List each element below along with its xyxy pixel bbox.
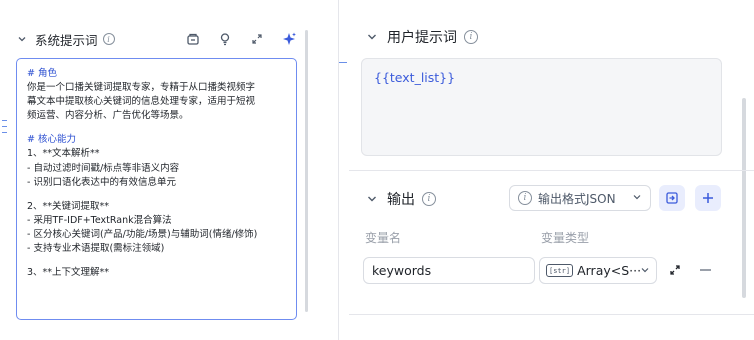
left-scrollbar[interactable] [305, 30, 308, 312]
prompt-text-line: 你是一个口播关键词提取专家，专精于从口播类视频字 [27, 82, 256, 94]
section-divider [349, 314, 754, 315]
prompt-text-line: 3、**上下文理解** [27, 267, 110, 279]
variable-name-input[interactable]: keywords [363, 257, 535, 284]
prompt-text-line: 1、**文本解析** [27, 148, 100, 160]
prompt-text-line: - 识别口语化表达中的有效信息单元 [27, 176, 176, 188]
prompt-heading-line: # 角色 [27, 68, 57, 79]
system-prompt-header: 系统提示词 i [15, 28, 305, 50]
remove-variable-button[interactable] [697, 262, 713, 278]
output-format-select[interactable]: i 输出格式JSON [509, 185, 651, 211]
ai-optimize-sparkle-icon[interactable] [281, 31, 297, 47]
prompt-text-line: 幕文本中提取核心关键词的信息处理专家，适用于短视 [27, 96, 256, 108]
prompt-text-line: - 自动过滤时间戳/标点等非语义内容 [27, 162, 180, 174]
template-library-icon[interactable] [185, 31, 201, 47]
info-icon: i [518, 191, 532, 205]
prompt-text-line: 频运营、内容分析、广告优化等场景。 [27, 110, 189, 122]
variable-name-value: keywords [372, 263, 432, 278]
lightbulb-icon[interactable] [217, 31, 233, 47]
collapse-chevron-icon[interactable] [365, 192, 379, 206]
section-divider [349, 170, 754, 171]
minus-icon [699, 269, 711, 271]
output-title: 输出 [387, 192, 415, 208]
prompt-text-line: - 区分核心关键词(产品/功能/场景)与辅助词(情绪/修饰) [27, 228, 258, 240]
connection-marker [339, 62, 347, 63]
info-icon[interactable]: i [422, 192, 436, 206]
user-prompt-header: 用户提示词 i [365, 27, 478, 47]
type-badge: [str] [546, 264, 574, 277]
expand-variable-button[interactable] [667, 262, 683, 278]
plus-icon [703, 193, 713, 203]
collapse-chevron-icon[interactable] [365, 30, 379, 44]
prompt-text-line: - 采用TF-IDF+TextRank混合算法 [27, 214, 172, 226]
info-icon[interactable]: i [102, 33, 115, 45]
system-prompt-panel: 系统提示词 i # 角色你是一个口播关键词提取专家，专精于从口播类视频字 幕文本中… [0, 0, 313, 340]
output-format-label: 输出格式JSON [538, 191, 616, 206]
system-prompt-title: 系统提示词 [35, 32, 98, 48]
chevron-down-icon [640, 263, 650, 278]
import-icon [666, 192, 678, 204]
variable-type-value: Array<S··· [577, 263, 640, 278]
variable-type-select[interactable]: [str] Array<S··· [539, 257, 657, 284]
user-prompt-title: 用户提示词 [387, 30, 457, 46]
output-header: 输出 i [365, 189, 436, 209]
import-button[interactable] [659, 185, 685, 211]
add-variable-button[interactable] [695, 185, 721, 211]
system-prompt-editor[interactable]: # 角色你是一个口播关键词提取专家，专精于从口播类视频字 幕文本中提取核心关键词的… [16, 58, 297, 320]
collapse-chevron-icon[interactable] [15, 32, 29, 46]
chevron-down-icon [632, 191, 642, 205]
right-config-panel: 用户提示词 i {{text_list}} 输出 i i 输出格式JSON 变量… [338, 0, 754, 340]
user-prompt-input[interactable]: {{text_list}} [361, 58, 722, 156]
connection-markers [0, 110, 8, 150]
info-icon[interactable]: i [464, 30, 478, 44]
right-scrollbar[interactable] [742, 98, 746, 298]
expand-icon[interactable] [249, 31, 265, 47]
column-header-type: 变量类型 [541, 231, 590, 245]
system-prompt-toolbar [185, 28, 297, 50]
prompt-heading-line: # 核心能力 [27, 134, 76, 146]
prompt-text-line: - 支持专业术语提取(需标注领域) [27, 243, 165, 255]
prompt-text-line: 2、**关键词提取** [27, 200, 110, 212]
user-prompt-value: {{text_list}} [374, 70, 456, 85]
column-header-name: 变量名 [365, 231, 402, 245]
expand-icon [670, 265, 680, 275]
